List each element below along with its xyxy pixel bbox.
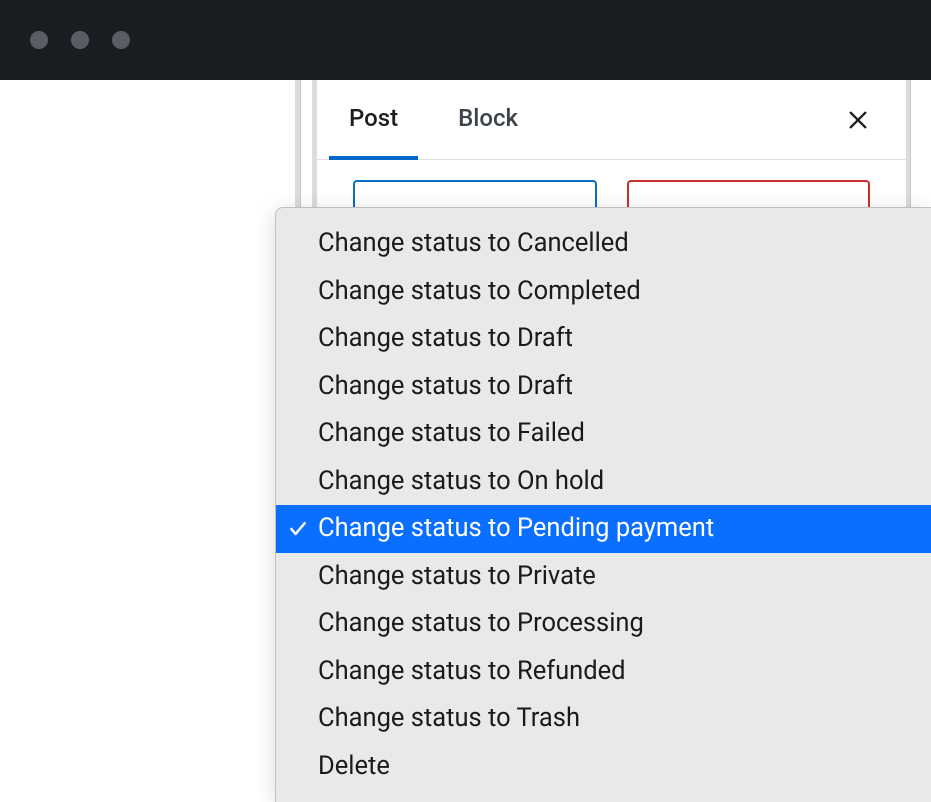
- menu-item[interactable]: Change status to Cancelled: [276, 220, 931, 268]
- tab-post[interactable]: Post: [349, 80, 398, 160]
- menu-item-label: Change status to Failed: [318, 414, 585, 454]
- menu-item-label: Change status to Processing: [318, 604, 644, 644]
- menu-item[interactable]: Change status to Refunded: [276, 648, 931, 696]
- panel-tabs: Post Block: [349, 80, 842, 160]
- menu-item[interactable]: Change status to Failed: [276, 410, 931, 458]
- panel-header: Post Block: [317, 80, 906, 160]
- traffic-light-zoom[interactable]: [112, 31, 130, 49]
- menu-item[interactable]: Change status to Trash: [276, 695, 931, 743]
- menu-item[interactable]: Change status to Private: [276, 553, 931, 601]
- menu-item-label: Change status to Private: [318, 557, 596, 597]
- traffic-light-close[interactable]: [30, 31, 48, 49]
- window-titlebar: [0, 0, 931, 80]
- menu-item[interactable]: Delete: [276, 743, 931, 791]
- menu-item-label: Change status to Draft: [318, 319, 573, 359]
- tab-block[interactable]: Block: [458, 80, 518, 160]
- menu-item-label: Change status to Pending payment: [318, 509, 714, 549]
- menu-item[interactable]: Change status to Completed: [276, 268, 931, 316]
- menu-item-label: Change status to Trash: [318, 699, 580, 739]
- menu-item-label: Delete: [318, 747, 390, 787]
- traffic-light-minimize[interactable]: [71, 31, 89, 49]
- menu-item[interactable]: Change status to Pending payment: [276, 505, 931, 553]
- menu-item[interactable]: Change status to On hold: [276, 458, 931, 506]
- menu-item-label: Change status to Completed: [318, 272, 641, 312]
- menu-item-label: Change status to Cancelled: [318, 224, 629, 264]
- menu-item-label: Change status to On hold: [318, 462, 604, 502]
- context-menu: Change status to Cancelled Change status …: [275, 207, 931, 802]
- menu-item-label: Change status to Refunded: [318, 652, 626, 692]
- menu-item[interactable]: Change status to Processing: [276, 600, 931, 648]
- menu-item-label: Change status to Draft: [318, 367, 573, 407]
- close-icon: [847, 109, 869, 131]
- close-panel-button[interactable]: [842, 104, 874, 136]
- menu-item[interactable]: Change status to Draft: [276, 363, 931, 411]
- check-icon: [288, 519, 308, 539]
- menu-item[interactable]: Change status to Draft: [276, 315, 931, 363]
